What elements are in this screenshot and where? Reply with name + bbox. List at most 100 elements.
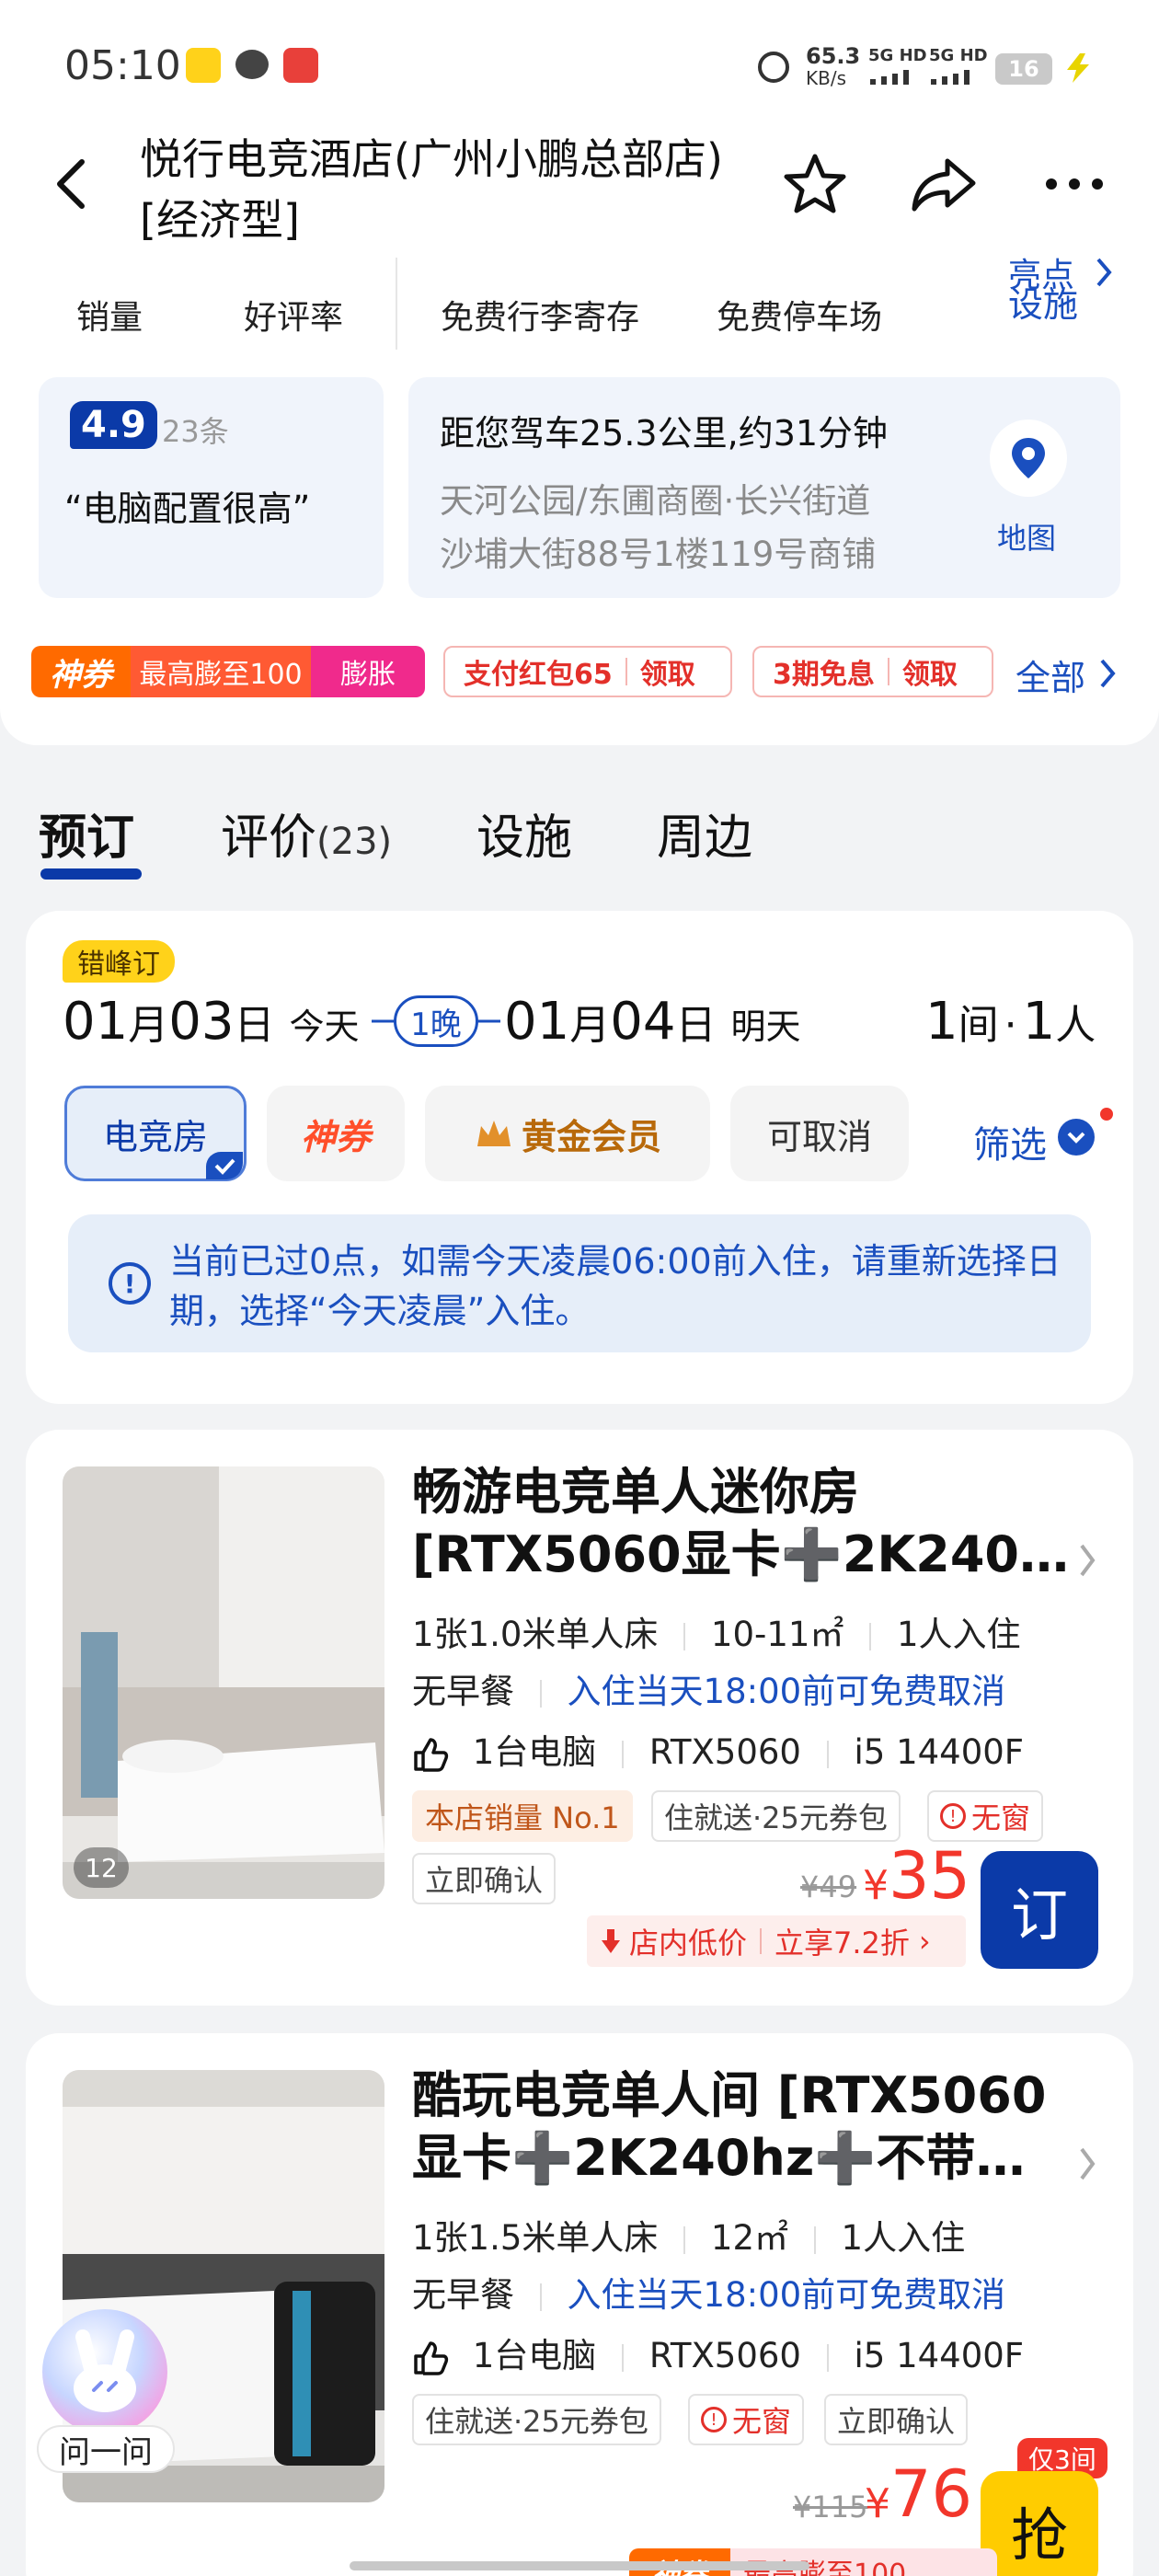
share-button[interactable]: [907, 147, 981, 221]
signal-label-1: 5G HD: [868, 46, 927, 65]
room-specs: 1张1.5米单人床 12㎡ 1人入住: [412, 2218, 966, 2258]
expand-label: 膨胀: [311, 646, 425, 697]
grab-button[interactable]: 抢: [981, 2471, 1098, 2576]
no-window-tag: ! 无窗: [688, 2394, 805, 2445]
chevron-down-icon: [1058, 1119, 1095, 1156]
notification-dot: [1100, 1108, 1113, 1121]
checkin-date[interactable]: 01 月 03 日 今天: [63, 992, 360, 1056]
gesture-bar[interactable]: [350, 2561, 809, 2570]
rating-summary-card[interactable]: 4.9 23条 “电脑配置很高”: [39, 377, 384, 598]
shenquan-coupon[interactable]: 神券 最高膨至100 膨胀: [31, 646, 425, 697]
ask-assistant-button[interactable]: 问一问: [37, 2309, 175, 2477]
rooms-guests-selector[interactable]: 1 间 · 1 人: [925, 992, 1096, 1056]
coupon-divider: [625, 658, 627, 685]
hotel-header: 悦行电竞酒店(广州小鹏总部店)[经济型]: [0, 120, 1159, 248]
chevron-right-icon: [1076, 2144, 1098, 2188]
star-icon: [784, 154, 846, 213]
filter-chip-gold-member[interactable]: 黄金会员: [425, 1086, 710, 1181]
location-area: 天河公园/东圃商圈·长兴街道: [440, 481, 871, 521]
info-icon: !: [109, 1262, 151, 1305]
room-title: 畅游电竞单人迷你房[RTX5060显卡➕2K240…: [412, 1463, 1069, 1583]
room-photo-image: [63, 1466, 384, 1899]
net-speed: 65.3: [806, 43, 861, 69]
chevron-right-icon: [1096, 655, 1119, 696]
midnight-notice: ! 当前已过0点，如需今天凌晨06:00前入住，请重新选择日期，选择“今天凌晨”…: [68, 1214, 1091, 1352]
instant-confirm-tag: 立即确认: [412, 1853, 557, 1904]
location-address: 沙埔大街88号1楼119号商铺: [440, 535, 877, 574]
currency-symbol: ¥: [865, 2480, 890, 2527]
status-bar: 05:10 65.3 KB/s 5G HD 5G HD 16: [0, 0, 1159, 138]
sales-label: 销量: [75, 299, 143, 337]
coupon-pack-tag: 住就送·25元券包: [651, 1790, 901, 1842]
room-card[interactable]: 12 畅游电竞单人迷你房[RTX5060显卡➕2K240… 1张1.0米单人床 …: [26, 1430, 1133, 2006]
low-price-promo[interactable]: 店内低价 立享7.2折 ›: [587, 1915, 966, 1967]
free-cancel-policy: 入住当天18:00前可免费取消: [567, 1672, 1006, 1711]
chevron-right-icon: [1093, 254, 1115, 294]
more-options-button[interactable]: [1038, 147, 1111, 221]
room-card[interactable]: 酷玩电竞单人间 [RTX5060显卡➕2K240hz➕不带… 1张1.5米单人床…: [26, 2033, 1133, 2576]
signal-bars-1-icon: [868, 70, 920, 85]
claim-button[interactable]: 领取: [640, 651, 695, 692]
room-pc-specs: 1台电脑 RTX5060 i5 14400F: [412, 1724, 1024, 1774]
coupon-pack-tag: 住就送·25元券包: [412, 2394, 661, 2445]
pay-redpacket-coupon[interactable]: 支付红包65 领取: [443, 646, 732, 697]
currency-symbol: ¥: [863, 1862, 889, 1909]
warning-icon: !: [940, 1803, 966, 1829]
off-peak-badge: 错峰订: [63, 940, 175, 983]
thumbs-up-icon: [414, 1737, 449, 1772]
review-quote: “电脑配置很高”: [64, 489, 311, 529]
crown-icon: [476, 1121, 511, 1146]
rating-rate-label: 好评率: [243, 299, 343, 337]
back-button[interactable]: [35, 147, 109, 221]
free-cancel-policy: 入住当天18:00前可免费取消: [567, 2275, 1006, 2315]
tab-book[interactable]: 预订: [39, 799, 134, 868]
map-link[interactable]: 地图: [997, 515, 1056, 558]
review-count: 23条: [162, 414, 229, 449]
current-price: 76: [890, 2456, 973, 2532]
assistant-avatar-icon: [42, 2309, 167, 2434]
interest-free-coupon[interactable]: 3期免息 领取: [752, 646, 993, 697]
room-pc-specs: 1台电脑 RTX5060 i5 14400F: [412, 2328, 1024, 2377]
net-speed-unit: KB/s: [806, 67, 846, 89]
tab-review-count: (23): [316, 821, 393, 863]
room-photo[interactable]: 12: [63, 1466, 384, 1899]
app-notification-icon: [186, 48, 221, 83]
coupon-divider: [887, 658, 889, 685]
clock: 05:10: [64, 42, 181, 89]
current-price: 35: [889, 1838, 971, 1914]
max-expand-label: 最高膨至100: [131, 646, 311, 697]
battery-icon: 16: [995, 53, 1052, 85]
book-button[interactable]: 订: [981, 1851, 1098, 1969]
more-dots-icon: [1046, 178, 1103, 190]
checkmark-icon: [206, 1152, 243, 1179]
original-price: ¥49: [800, 1869, 857, 1904]
tab-nearby[interactable]: 周边: [657, 799, 752, 868]
pay-redpacket-label: 支付红包65: [464, 659, 613, 691]
filter-button[interactable]: 筛选: [973, 1115, 1047, 1168]
tab-facilities[interactable]: 设施: [476, 799, 572, 868]
checkout-date[interactable]: 01 月 04 日 明天: [504, 992, 801, 1056]
down-arrow-icon: [602, 1929, 620, 1953]
all-coupons-link[interactable]: 全部: [1016, 650, 1085, 700]
shenquan-label: 神券: [31, 646, 131, 697]
claim-button-2[interactable]: 领取: [902, 651, 958, 692]
notice-text: 当前已过0点，如需今天凌晨06:00前入住，请重新选择日期，选择“今天凌晨”入住…: [169, 1241, 1061, 1331]
nights-pill: 1晚: [372, 995, 500, 1047]
ask-label: 问一问: [37, 2425, 175, 2473]
filter-chip-shenquan[interactable]: 神券: [267, 1086, 405, 1181]
tab-review[interactable]: 评价(23): [221, 799, 392, 868]
map-pin-icon: [990, 420, 1067, 497]
location-card[interactable]: 距您驾车25.3公里,约31分钟 天河公园/东圃商圈·长兴街道 沙埔大街88号1…: [408, 377, 1120, 598]
room-policy: 无早餐 入住当天18:00前可免费取消: [412, 2275, 1006, 2315]
driving-distance: 距您驾车25.3公里,约31分钟: [440, 413, 889, 454]
favorite-button[interactable]: [778, 147, 852, 221]
hotel-title: 悦行电竞酒店(广州小鹏总部店)[经济型]: [140, 134, 723, 245]
charging-icon: [1061, 52, 1095, 85]
active-tab-indicator: [40, 868, 142, 880]
filter-chip-cancellable[interactable]: 可取消: [730, 1086, 909, 1181]
facilities-link[interactable]: 设施: [1008, 276, 1078, 327]
nights-count: 1晚: [394, 995, 478, 1047]
room-policy: 无早餐 入住当天18:00前可免费取消: [412, 1672, 1006, 1711]
instant-confirm-tag: 立即确认: [824, 2394, 969, 2445]
chevron-right-icon: [1076, 1540, 1098, 1584]
